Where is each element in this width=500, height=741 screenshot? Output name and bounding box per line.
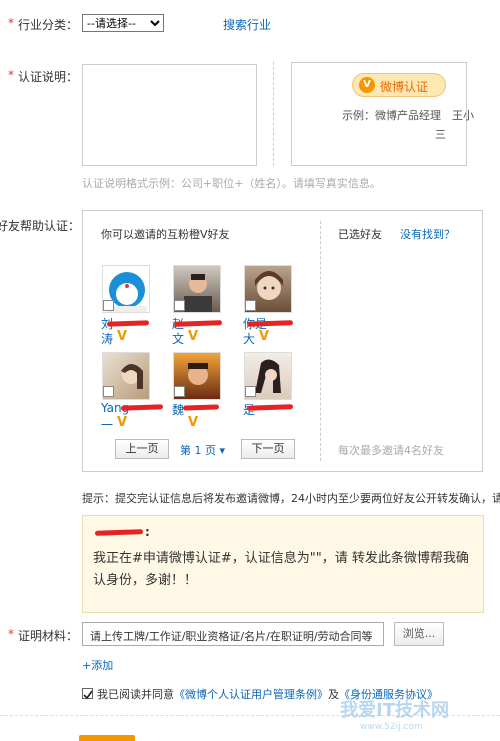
agreement-prefix: 我已阅读并同意: [97, 688, 174, 701]
prev-page-button[interactable]: 上一页: [115, 439, 169, 459]
quote-body: 我正在#申请微博认证#，认证信息为""，请 转发此条微博帮我确认身份，多谢！！: [93, 551, 469, 588]
industry-label: 行业分类：: [18, 18, 79, 32]
not-found-link[interactable]: 没有找到？: [400, 226, 455, 242]
agreement-checkbox[interactable]: [82, 688, 93, 700]
watermark-title: 我爱IT技术网: [340, 700, 449, 721]
search-industry-link[interactable]: 搜索行业: [223, 16, 271, 33]
friend-checkbox[interactable]: [174, 300, 185, 311]
tip-text: 提示：提交完认证信息后将发布邀请微博，24小时内至少要两位好友公开转发确认，请: [82, 492, 500, 505]
example-line1: 示例：微博产品经理 王小: [342, 109, 474, 122]
friend-name-cont: 涛: [101, 332, 114, 346]
divider: [273, 62, 274, 166]
friends-panel: 你可以邀请的互粉橙V好友 已选好友 没有找到？ 刘 涛 V 赵 文 V 你是 大…: [82, 210, 483, 472]
badge-text: 微博认证: [380, 80, 429, 94]
check-icon: [83, 690, 93, 700]
selected-title: 已选好友: [338, 228, 382, 241]
browse-button[interactable]: 浏览...: [394, 622, 444, 646]
friends-label: 好友帮助认证：: [0, 219, 81, 233]
redaction-mark: [94, 529, 144, 536]
friend-name[interactable]: 魏: [172, 401, 184, 418]
verified-v-icon: V: [117, 415, 128, 430]
divider: [320, 221, 321, 461]
description-textarea[interactable]: [82, 64, 257, 166]
required-mark: *: [8, 627, 14, 641]
required-mark: *: [8, 68, 14, 82]
quote-author-colon: :: [145, 525, 150, 539]
redaction-mark: [106, 320, 150, 327]
weibo-verify-badge: V 微博认证: [352, 73, 446, 97]
verified-v-icon: V: [259, 329, 270, 344]
invite-weibo-preview: : 我正在#申请微博认证#，认证信息为""，请 转发此条微博帮我确认身份，多谢！…: [82, 515, 484, 613]
verified-v-icon: V: [359, 77, 375, 93]
friend-name-cont: 一: [101, 418, 114, 432]
invite-title: 你可以邀请的互粉橙V好友: [101, 228, 230, 241]
next-page-button[interactable]: 下一页: [241, 439, 295, 459]
description-hint: 认证说明格式示例：公司+职位+（姓名）。请填写真实信息。: [82, 177, 381, 190]
upload-file-field[interactable]: 请上传工牌/工作证/职业资格证/名片/在职证明/劳动合同等: [82, 622, 384, 646]
example-panel: V 微博认证 示例：微博产品经理 王小 三: [291, 62, 474, 166]
friend-name-cont: 大: [243, 332, 256, 346]
industry-select[interactable]: --请选择--: [82, 14, 164, 32]
friend-checkbox[interactable]: [103, 386, 114, 397]
friend-name-cont: 文: [172, 332, 185, 346]
example-line2: 三: [435, 128, 446, 141]
redaction-mark: [246, 320, 294, 327]
verified-v-icon: V: [117, 329, 128, 344]
watermark-url: www.52ij.com: [360, 722, 423, 732]
friend-checkbox[interactable]: [245, 386, 256, 397]
max-invite-hint: 每次最多邀请4名好友: [338, 444, 444, 457]
redaction-mark: [246, 404, 294, 411]
friend-checkbox[interactable]: [174, 386, 185, 397]
friend-checkbox[interactable]: [245, 300, 256, 311]
redaction-mark: [173, 320, 223, 327]
redaction-mark: [182, 404, 220, 411]
page-indicator[interactable]: 第 1 页 ▾: [180, 442, 225, 458]
friend-checkbox[interactable]: [103, 300, 114, 311]
verified-v-icon: V: [188, 329, 199, 344]
verified-v-icon: V: [188, 415, 199, 430]
watermark: 我爱IT技术网 www.52ij.com: [300, 690, 500, 740]
description-label: 认证说明：: [18, 70, 79, 84]
required-mark: *: [8, 16, 14, 30]
add-material-link[interactable]: +添加: [82, 657, 113, 673]
submit-button[interactable]: [79, 735, 135, 741]
redaction-mark: [120, 404, 164, 411]
proof-label: 证明材料：: [18, 629, 79, 643]
